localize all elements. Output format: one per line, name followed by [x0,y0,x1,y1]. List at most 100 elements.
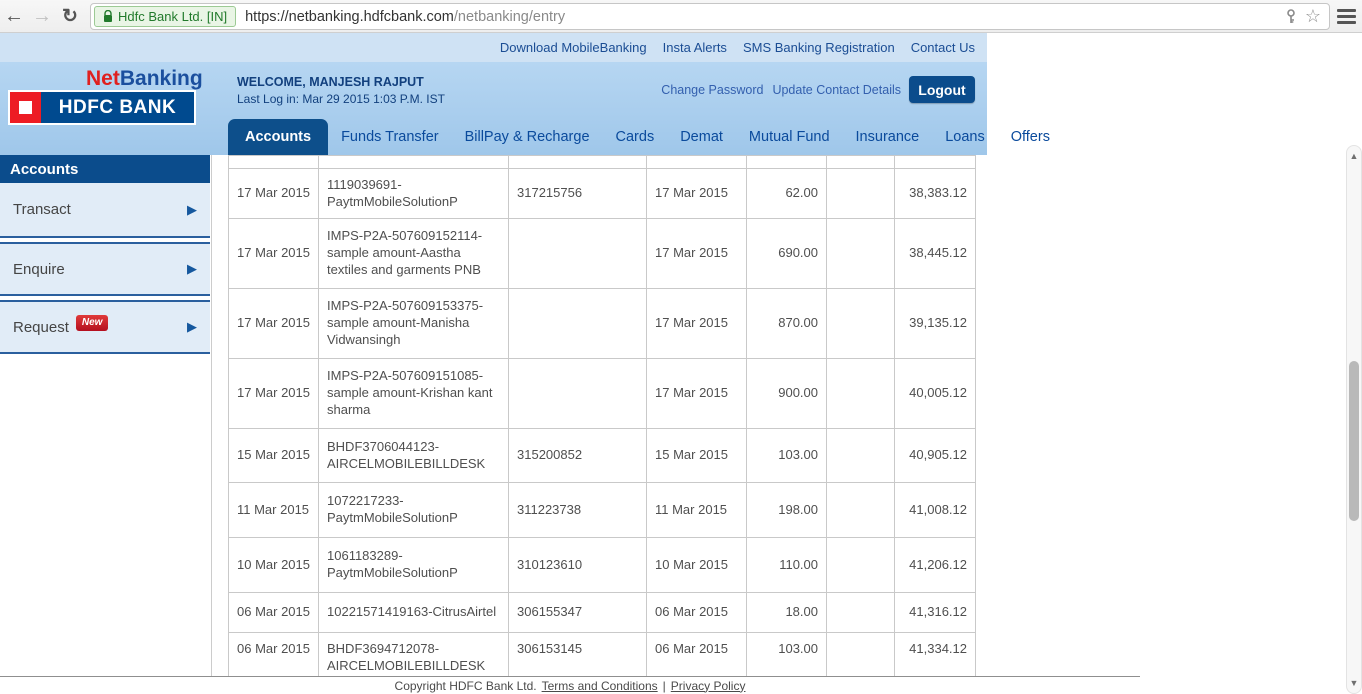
sidebar-menu: Transact▶Enquire ▶ Request New ▶ [0,183,210,358]
lock-icon [103,10,113,23]
cell-date: 15 Mar 2015 [229,429,319,483]
sidebar-item-label: Enquire [13,261,65,278]
scroll-down-icon[interactable]: ▼ [1347,675,1361,691]
cell-ref: 310123610 [509,538,647,593]
table-row: 11 Mar 20151072217233-PaytmMobileSolutio… [229,483,976,538]
key-icon[interactable] [1285,9,1297,25]
screen: ← → ↻ Hdfc Bank Ltd. [IN] https://netban… [0,0,1362,694]
cell-narration: 1061183289-PaytmMobileSolutionP [319,538,509,593]
tab-demat[interactable]: Demat [667,119,736,155]
cell-withdrawal: 62.00 [747,169,827,219]
cell-value-date: 17 Mar 2015 [647,219,747,289]
cell-value-date: 06 Mar 2015 [647,593,747,633]
cell-deposit [827,483,895,538]
footer: Copyright HDFC Bank Ltd. Terms and Condi… [0,676,1140,694]
cell-date: 10 Mar 2015 [229,538,319,593]
tab-insurance[interactable]: Insurance [843,119,933,155]
toplink-contact-us[interactable]: Contact Us [911,40,975,55]
cell-ref [509,359,647,429]
cell-date: 06 Mar 2015 [229,633,319,681]
cell-value-date: 17 Mar 2015 [647,359,747,429]
cell-withdrawal: 110.00 [747,538,827,593]
netbanking-logo: NetBanking [86,67,203,91]
back-icon[interactable]: ← [0,6,28,26]
cell-withdrawal: 198.00 [747,483,827,538]
scrollbar-thumb[interactable] [1349,361,1359,521]
cell-value-date: 17 Mar 2015 [647,169,747,219]
cell-withdrawal: 103.00 [747,429,827,483]
site-identity-badge[interactable]: Hdfc Bank Ltd. [IN] [94,6,236,27]
cell-date: 17 Mar 2015 [229,219,319,289]
cell-withdrawal: 870.00 [747,289,827,359]
tab-accounts[interactable]: Accounts [228,119,328,155]
sidebar-divider [211,155,212,676]
cell-deposit [827,359,895,429]
cell-narration: IMPS-P2A-507609151085-sample amount-Kris… [319,359,509,429]
sidebar-item-request[interactable]: RequestNew▶ [0,300,210,354]
cell-withdrawal: 690.00 [747,219,827,289]
cell-date: 17 Mar 2015 [229,359,319,429]
transactions-table-wrap: 17 Mar 20151119039691-PaytmMobileSolutio… [228,155,977,680]
tab-funds-transfer[interactable]: Funds Transfer [328,119,452,155]
table-row: 10 Mar 20151061183289-PaytmMobileSolutio… [229,538,976,593]
welcome-text: WELCOME, MANJESH RAJPUT [237,75,445,89]
sidebar-item-label: Transact [13,201,71,218]
cell-balance: 41,008.12 [895,483,976,538]
toplink-insta-alerts[interactable]: Insta Alerts [663,40,727,55]
cell-date: 06 Mar 2015 [229,593,319,633]
cell-ref: 317215756 [509,169,647,219]
toplink-download-mobilebanking[interactable]: Download MobileBanking [500,40,647,55]
tab-loans[interactable]: Loans [932,119,998,155]
cell-deposit [827,429,895,483]
sidebar-item-transact[interactable]: Transact▶ [0,183,210,238]
browser-menu-icon[interactable] [1337,9,1356,27]
privacy-link[interactable]: Privacy Policy [671,679,746,693]
cell-balance: 41,334.12 [895,633,976,681]
header: NetBanking HDFC BANK WELCOME, MANJESH RA… [0,62,987,155]
cell-value-date: 06 Mar 2015 [647,633,747,681]
change-password-link[interactable]: Change Password [661,83,763,97]
cell-deposit [827,633,895,681]
cell-ref: 306153145 [509,633,647,681]
cell-balance: 39,135.12 [895,289,976,359]
cell-withdrawal: 18.00 [747,593,827,633]
refresh-icon[interactable]: ↻ [56,7,84,26]
url-text: https://netbanking.hdfcbank.com/netbanki… [245,9,565,25]
tab-billpay-recharge[interactable]: BillPay & Recharge [452,119,603,155]
new-badge: New [76,315,109,331]
vertical-scrollbar[interactable]: ▲ ▼ [1346,145,1362,694]
cell-withdrawal: 900.00 [747,359,827,429]
table-row: 06 Mar 2015BHDF3694712078-AIRCELMOBILEBI… [229,633,976,681]
tab-mutual-fund[interactable]: Mutual Fund [736,119,843,155]
bookmark-star-icon[interactable]: ☆ [1305,6,1321,27]
table-row: 06 Mar 201510221571419163-CitrusAirtel30… [229,593,976,633]
cell-deposit [827,538,895,593]
address-bar[interactable]: Hdfc Bank Ltd. [IN] https://netbanking.h… [90,3,1330,30]
logo-net-text: Net [86,67,120,90]
site-identity-label: Hdfc Bank Ltd. [IN] [118,9,227,24]
scroll-up-icon[interactable]: ▲ [1347,148,1361,164]
cell-ref [509,289,647,359]
cell-ref [509,219,647,289]
cell-value-date: 15 Mar 2015 [647,429,747,483]
cell-narration: IMPS-P2A-507609153375-sample amount-Mani… [319,289,509,359]
cell-ref: 315200852 [509,429,647,483]
cell-balance: 40,905.12 [895,429,976,483]
terms-link[interactable]: Terms and Conditions [542,679,658,693]
cell-value-date: 17 Mar 2015 [647,289,747,359]
tab-offers[interactable]: Offers [998,119,1063,155]
sidebar-item-enquire[interactable]: Enquire ▶ [0,242,210,296]
cell-narration: BHDF3706044123-AIRCELMOBILEBILLDESK [319,429,509,483]
arrow-right-icon: ▶ [187,261,197,277]
transactions-table: 17 Mar 20151119039691-PaytmMobileSolutio… [228,155,976,680]
cell-balance: 40,005.12 [895,359,976,429]
cell-narration: 10221571419163-CitrusAirtel [319,593,509,633]
update-contact-details-link[interactable]: Update Contact Details [772,83,901,97]
sidebar-item-label: Request [13,319,69,336]
toplink-sms-banking-registration[interactable]: SMS Banking Registration [743,40,895,55]
logout-button[interactable]: Logout [909,76,975,103]
cell-balance: 41,206.12 [895,538,976,593]
last-login-text: Last Log in: Mar 29 2015 1:03 P.M. IST [237,92,445,106]
bank-name: HDFC BANK [41,92,194,123]
tab-cards[interactable]: Cards [603,119,668,155]
